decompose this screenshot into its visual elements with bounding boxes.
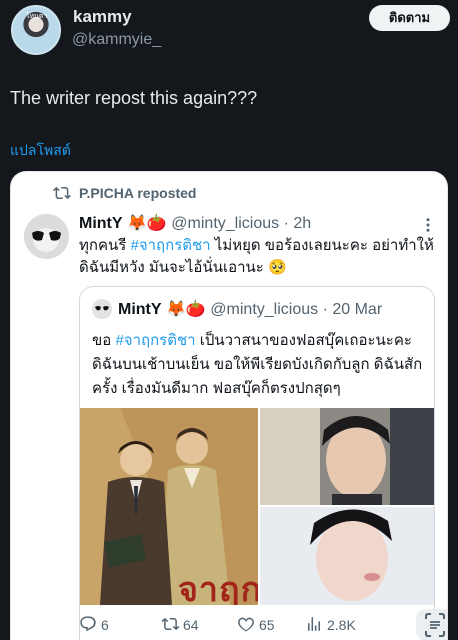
- portrait-illustration-2: [260, 507, 434, 605]
- quote-author-name: MintY: [118, 301, 162, 318]
- portrait-illustration: [260, 408, 434, 505]
- quote-author-emoji: 🦊🍅: [166, 301, 206, 318]
- repost-icon: [53, 186, 71, 200]
- reply-icon: [80, 616, 96, 632]
- book-cover-image[interactable]: จาฤก: [80, 408, 258, 605]
- like-count: 65: [259, 617, 275, 633]
- quote-author-handle: @minty_licious: [210, 301, 319, 318]
- follow-button[interactable]: ติดตาม: [369, 5, 450, 31]
- book-title-text: จาฤก: [178, 570, 258, 605]
- post-header: ไหนตา kammy @kammyie_ ติดตาม: [0, 0, 458, 60]
- author-emoji: 🦊🍅: [127, 215, 167, 232]
- scan-button[interactable]: [416, 609, 447, 640]
- author-handle[interactable]: @kammyie_: [72, 31, 161, 49]
- author-avatar[interactable]: ไหนตา: [11, 5, 61, 55]
- more-icon[interactable]: [419, 216, 437, 234]
- sunglasses-icon: [92, 299, 112, 319]
- hashtag-link[interactable]: #จาฤกรติชา: [130, 237, 210, 254]
- like-icon: [238, 617, 254, 632]
- quote-author-avatar: [92, 299, 112, 319]
- action-bar: 6 64 65 2.8K: [11, 609, 447, 640]
- sunglasses-icon: [24, 214, 69, 259]
- reply-count: 6: [101, 617, 109, 633]
- photo-man-1[interactable]: [260, 408, 434, 505]
- quote-date: 20 Mar: [332, 301, 383, 318]
- author-display-name[interactable]: kammy: [73, 7, 132, 27]
- repost-icon: [161, 617, 180, 631]
- tweet-text: ทุกคนรี #จาฤกรติชา ไม่หยุด ขอร้องเลยนะคะ…: [79, 235, 439, 279]
- views-icon: [308, 617, 320, 631]
- quote-author-row: MintY 🦊🍅 @minty_licious · 20 Mar: [118, 299, 382, 321]
- quoted-post[interactable]: MintY 🦊🍅 @minty_licious · 20 Mar ขอ #จาฤ…: [79, 286, 435, 640]
- media-grid: จาฤก: [80, 408, 434, 605]
- photo-man-2[interactable]: [260, 507, 434, 605]
- post-text: The writer repost this again???: [10, 88, 258, 108]
- avatar-text: ไหนตา: [26, 13, 48, 20]
- quote-hashtag-link[interactable]: #จาฤกรติชา: [115, 332, 195, 349]
- repost-count: 64: [183, 617, 199, 633]
- separator: ·: [283, 215, 289, 232]
- minty-avatar[interactable]: [24, 214, 69, 259]
- repost-label: P.PICHA reposted: [79, 185, 197, 201]
- translate-post-link[interactable]: แปลโพสต์: [10, 140, 71, 162]
- embedded-post-card[interactable]: P.PICHA reposted MintY 🦊🍅 @minty_licious…: [10, 171, 448, 640]
- quote-text-start: ขอ: [92, 332, 116, 349]
- tweet-author-row[interactable]: MintY 🦊🍅 @minty_licious · 2h: [79, 213, 311, 235]
- quote-text: ขอ #จาฤกรติชา เป็นวาสนาของฟอสบุ๊คเถอะนะค…: [92, 329, 428, 401]
- tweet-author-handle[interactable]: @minty_licious: [171, 215, 279, 232]
- tweet-text-start: ทุกคนรี: [79, 237, 131, 254]
- tweet-author-name[interactable]: MintY: [79, 215, 123, 232]
- views-count: 2.8K: [327, 617, 356, 633]
- scan-icon: [425, 613, 445, 637]
- quote-separator: ·: [322, 301, 328, 318]
- tweet-time[interactable]: 2h: [293, 215, 311, 232]
